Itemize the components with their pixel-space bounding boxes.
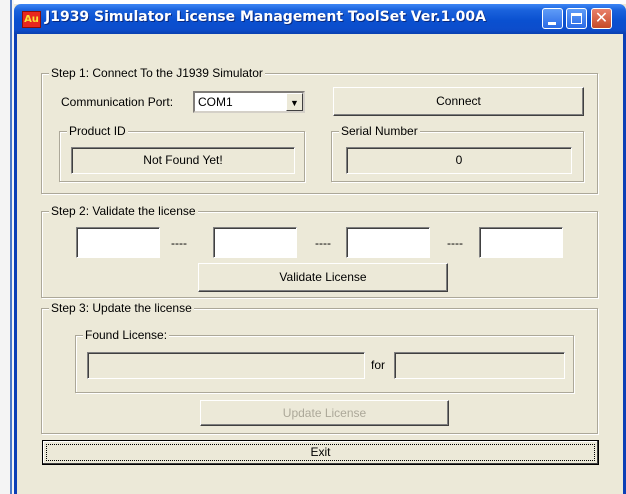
license-separator: ---- [171,236,187,250]
serial-number-group: Serial Number 0 [331,124,584,182]
serial-number-title: Serial Number [339,124,420,138]
chevron-down-icon[interactable]: ▼ [286,93,303,111]
step1-group: Step 1: Connect To the J1939 Simulator C… [41,66,598,194]
license-separator: ---- [447,236,463,250]
license-separator: ---- [315,236,331,250]
desktop-edge-line [10,0,12,494]
serial-number-display: 0 [346,147,572,174]
window-title: J1939 Simulator License Management ToolS… [45,9,486,25]
for-field[interactable] [394,352,565,379]
found-license-title: Found License: [83,328,170,342]
step1-title: Step 1: Connect To the J1939 Simulator [49,66,265,80]
license-field-2[interactable] [213,227,297,258]
communication-port-value: COM1 [198,95,233,109]
maximize-button[interactable] [566,8,587,29]
validate-license-button[interactable]: Validate License [198,263,448,292]
step2-title: Step 2: Validate the license [49,204,198,218]
step3-title: Step 3: Update the license [49,301,194,315]
exit-button[interactable]: Exit [42,440,599,465]
license-field-1[interactable] [76,227,160,258]
step3-group: Step 3: Update the license Found License… [41,301,598,434]
product-id-group: Product ID Not Found Yet! [59,124,305,182]
minimize-button[interactable] [542,8,563,29]
close-icon: ✕ [594,8,609,27]
title-bar[interactable]: Au J1939 Simulator License Management To… [14,4,626,34]
communication-port-label: Communication Port: [61,95,174,109]
focus-rectangle [46,444,595,461]
app-icon[interactable]: Au [22,11,41,28]
update-license-button[interactable]: Update License [200,400,449,426]
maximize-icon [571,13,582,24]
product-id-display: Not Found Yet! [71,147,295,174]
product-id-title: Product ID [67,124,128,138]
step2-group: Step 2: Validate the license ---- ---- -… [41,204,598,298]
license-field-4[interactable] [479,227,563,258]
for-label: for [371,358,386,372]
connect-button[interactable]: Connect [333,87,584,116]
license-tool-window: Au J1939 Simulator License Management To… [14,4,626,494]
minimize-icon [548,22,556,25]
window-frame-left [14,34,17,494]
communication-port-select[interactable]: COM1 ▼ [193,91,305,113]
found-license-field[interactable] [87,352,365,379]
close-button[interactable]: ✕ [591,8,612,29]
found-license-group: Found License: for [75,328,574,393]
update-license-label: Update License [282,406,367,420]
license-field-3[interactable] [346,227,430,258]
validate-license-label: Validate License [279,270,367,284]
